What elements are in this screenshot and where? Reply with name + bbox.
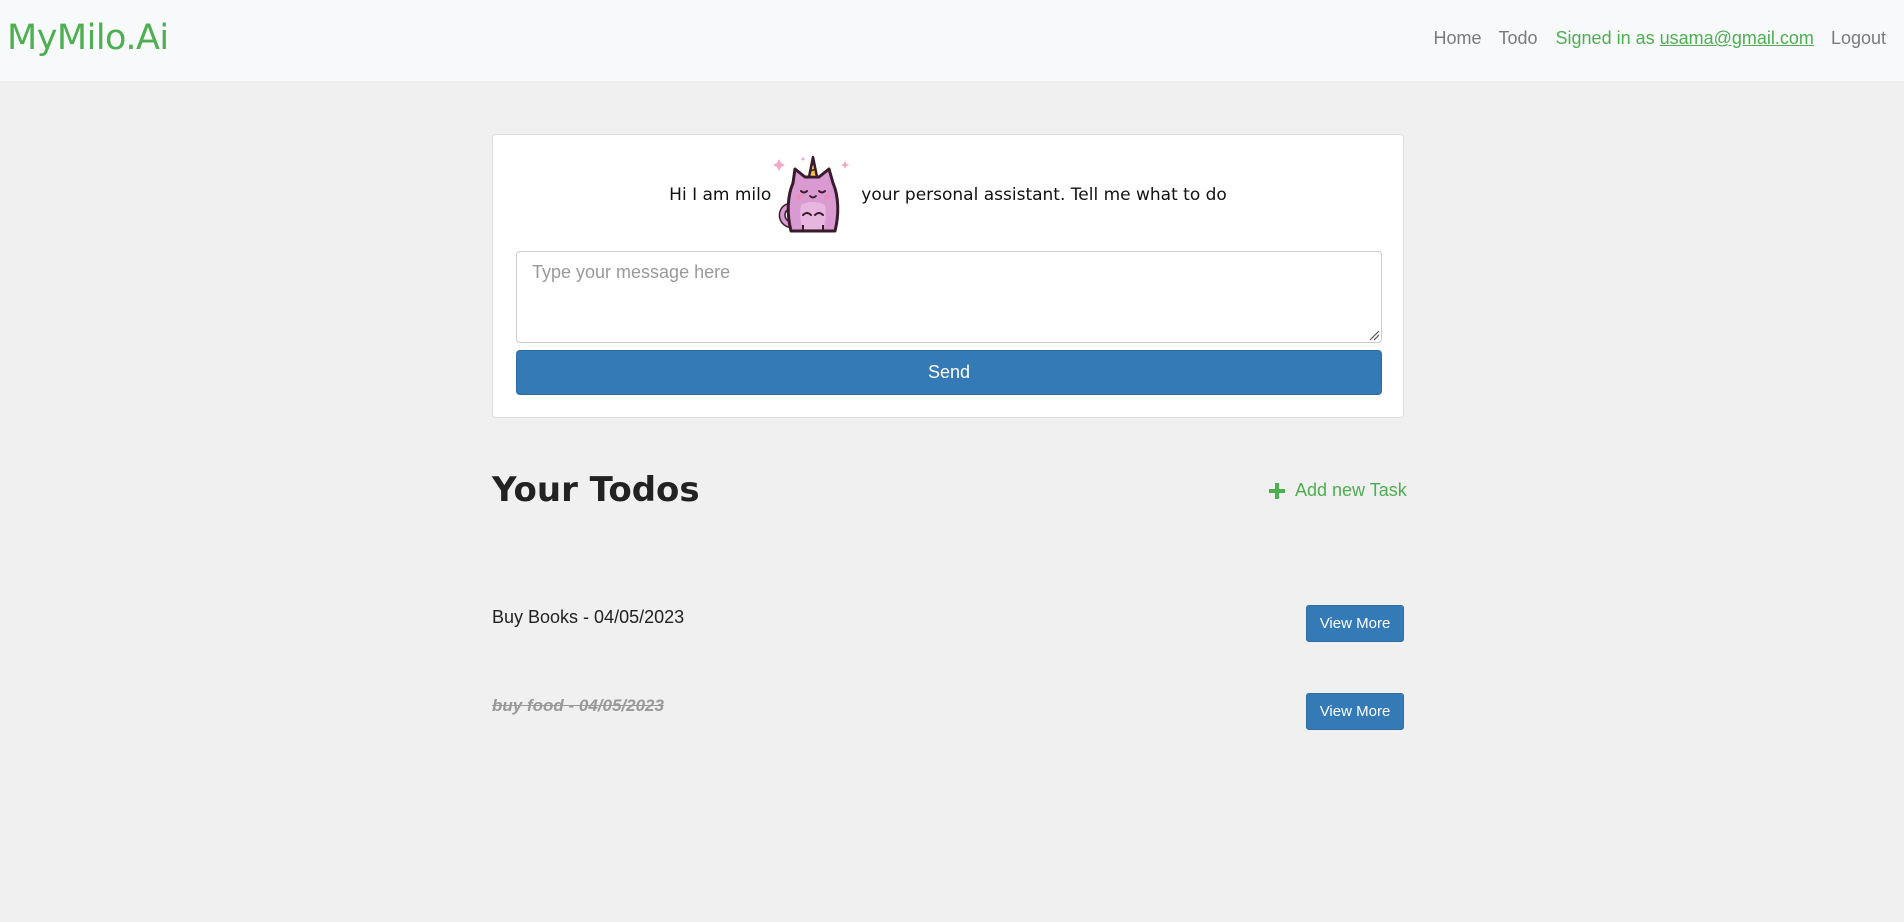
- nav-right: Home Todo Signed in as usama@gmail.com L…: [1416, 28, 1886, 49]
- todos-heading: Your Todos: [492, 470, 700, 510]
- logout-link[interactable]: Logout: [1831, 28, 1886, 49]
- todo-item-title-completed: buy food - 04/05/2023: [492, 696, 664, 715]
- brand-logo[interactable]: MyMilo.Ai: [7, 18, 169, 58]
- view-more-button[interactable]: View More: [1306, 605, 1404, 642]
- user-email-link[interactable]: usama@gmail.com: [1660, 28, 1814, 48]
- greeting-text-after: your personal assistant. Tell me what to…: [861, 185, 1227, 205]
- plus-icon: [1269, 482, 1285, 499]
- assistant-greeting: Hi I am milo your personal assistant. Te…: [493, 153, 1403, 237]
- greeting-text-before: Hi I am milo: [669, 185, 772, 205]
- todo-item-title: Buy Books - 04/05/2023: [492, 607, 685, 627]
- add-task-label: Add new Task: [1295, 480, 1407, 500]
- assistant-card: Hi I am milo your personal assistant. Te…: [492, 134, 1404, 418]
- unicorn-cat-icon: [773, 155, 850, 233]
- resize-handle-icon[interactable]: [1369, 330, 1380, 341]
- add-task-link[interactable]: Add new Task: [1268, 480, 1407, 501]
- send-button[interactable]: Send: [516, 350, 1382, 395]
- navbar: MyMilo.Ai Home Todo Signed in as usama@g…: [0, 0, 1904, 82]
- signed-in-label: Signed in as: [1555, 28, 1660, 48]
- nav-link-todo[interactable]: Todo: [1498, 28, 1537, 49]
- view-more-button[interactable]: View More: [1306, 693, 1404, 730]
- nav-link-home[interactable]: Home: [1433, 28, 1481, 49]
- message-input[interactable]: [516, 251, 1382, 343]
- signed-in-status: Signed in as usama@gmail.com: [1556, 28, 1814, 49]
